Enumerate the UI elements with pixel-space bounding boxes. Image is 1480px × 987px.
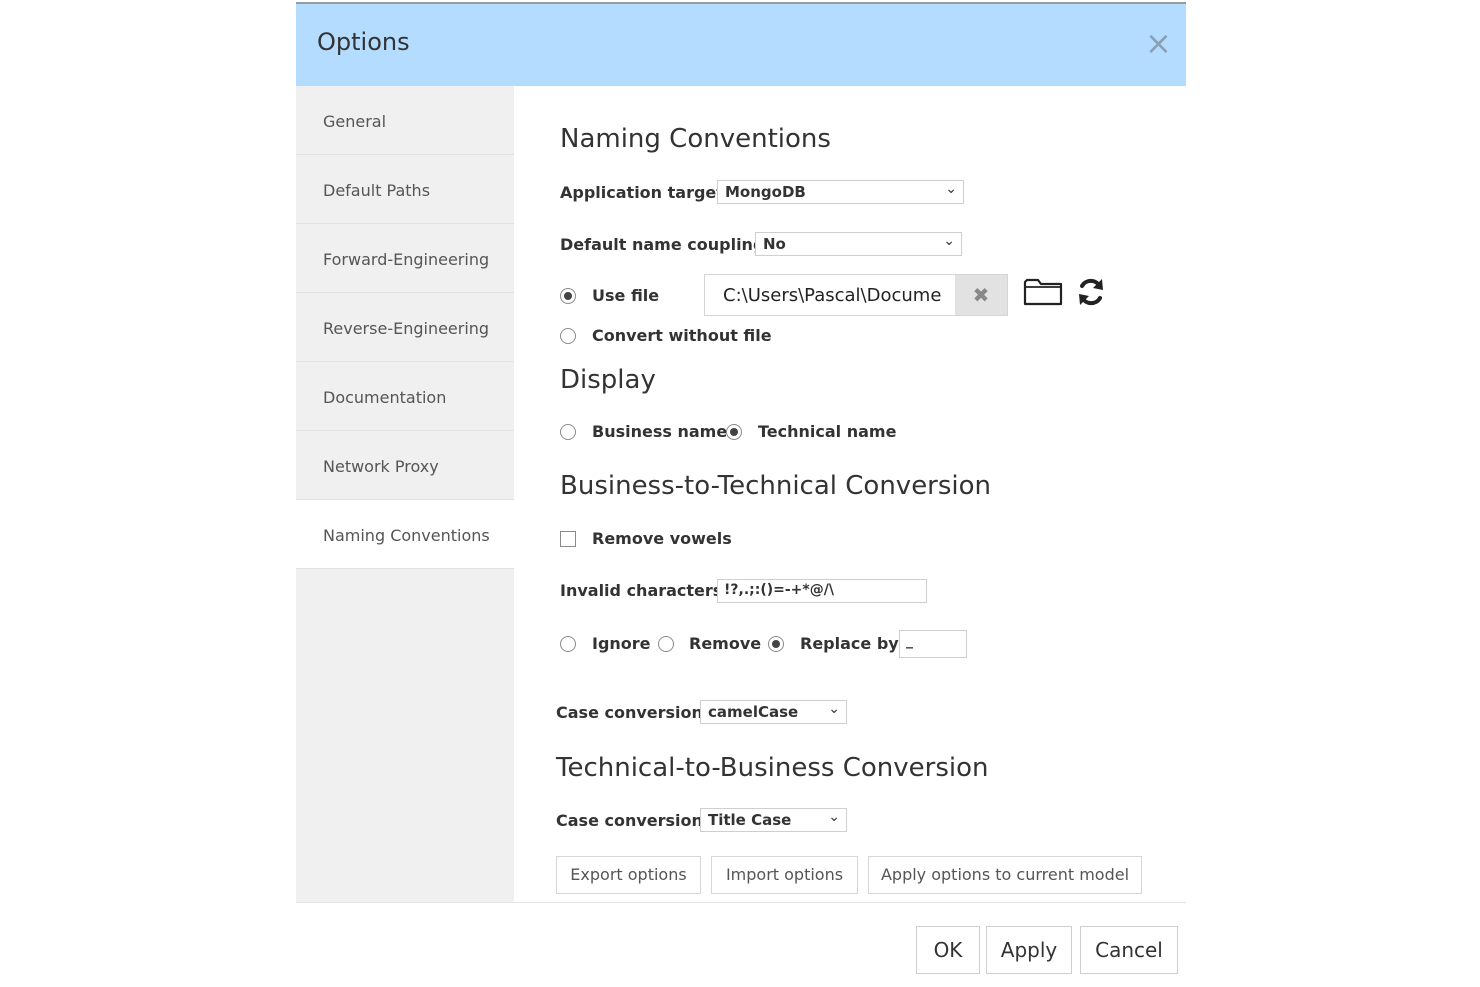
chevron-down-icon: ⌄ xyxy=(945,181,957,197)
remove-vowels-label: Remove vowels xyxy=(592,529,732,548)
t2b-case-label: Case conversion xyxy=(556,811,703,830)
b2t-case-label: Case conversion xyxy=(556,703,703,722)
sidebar-item-reverse-engineering[interactable]: Reverse-Engineering xyxy=(296,293,514,362)
chevron-down-icon: ⌄ xyxy=(828,809,840,825)
display-heading: Display xyxy=(560,365,656,395)
dialog-titlebar: Options × xyxy=(296,4,1186,86)
apply-button[interactable]: Apply xyxy=(986,926,1072,974)
b2t-case-select[interactable]: camelCase ⌄ xyxy=(700,700,847,724)
chevron-down-icon: ⌄ xyxy=(943,233,955,249)
sidebar-item-naming-conventions[interactable]: Naming Conventions xyxy=(296,500,514,569)
ignore-label: Ignore xyxy=(592,634,651,653)
replace-by-radio[interactable] xyxy=(768,636,784,652)
convert-label: Convert without file xyxy=(592,326,772,345)
technical-name-label: Technical name xyxy=(758,422,897,441)
options-sidebar: General Default Paths Forward-Engineerin… xyxy=(296,86,514,902)
cancel-button[interactable]: Cancel xyxy=(1080,926,1178,974)
import-options-button[interactable]: Import options xyxy=(711,856,858,894)
sidebar-item-forward-engineering[interactable]: Forward-Engineering xyxy=(296,224,514,293)
sidebar-item-label: Default Paths xyxy=(323,181,431,200)
refresh-icon[interactable] xyxy=(1075,276,1107,308)
sidebar-item-label: Naming Conventions xyxy=(323,526,490,545)
coupling-select[interactable]: No ⌄ xyxy=(755,232,962,256)
footer-divider xyxy=(296,902,1186,903)
clear-icon[interactable]: ✖ xyxy=(955,275,1007,315)
use-file-label: Use file xyxy=(592,286,660,305)
app-target-select[interactable]: MongoDB ⌄ xyxy=(717,180,964,204)
sidebar-item-general[interactable]: General xyxy=(296,86,514,155)
remove-label: Remove xyxy=(689,634,762,653)
t2b-case-select[interactable]: Title Case ⌄ xyxy=(700,808,847,832)
technical-name-radio[interactable] xyxy=(726,424,742,440)
file-path-value: C:\Users\Pascal\Documents xyxy=(723,285,943,306)
sidebar-item-default-paths[interactable]: Default Paths xyxy=(296,155,514,224)
chevron-down-icon: ⌄ xyxy=(828,701,840,717)
replace-by-input[interactable]: _ xyxy=(899,630,967,658)
dialog-title: Options xyxy=(317,28,410,56)
sidebar-item-network-proxy[interactable]: Network Proxy xyxy=(296,431,514,500)
replace-by-label: Replace by xyxy=(800,634,899,653)
convert-without-file-radio[interactable] xyxy=(560,328,576,344)
coupling-label: Default name coupling xyxy=(560,235,765,254)
file-path-field[interactable]: C:\Users\Pascal\Documents ✖ xyxy=(704,274,1008,316)
ignore-radio[interactable] xyxy=(560,636,576,652)
options-dialog: Options × General Default Paths Forward-… xyxy=(296,2,1186,987)
t2b-case-value: Title Case xyxy=(708,811,792,829)
sidebar-item-label: Documentation xyxy=(323,388,447,407)
b2t-case-value: camelCase xyxy=(708,703,799,721)
sidebar-item-label: Network Proxy xyxy=(323,457,439,476)
remove-vowels-checkbox[interactable] xyxy=(560,531,576,547)
remove-radio[interactable] xyxy=(658,636,674,652)
app-target-value: MongoDB xyxy=(725,183,806,201)
naming-heading: Naming Conventions xyxy=(560,124,831,154)
invalid-chars-input[interactable]: !?,.;:()=-+*@/\ xyxy=(717,579,927,603)
use-file-radio[interactable] xyxy=(560,288,576,304)
business-name-label: Business name xyxy=(592,422,728,441)
export-options-button[interactable]: Export options xyxy=(556,856,701,894)
close-icon[interactable]: × xyxy=(1145,27,1172,59)
sidebar-item-documentation[interactable]: Documentation xyxy=(296,362,514,431)
sidebar-item-label: General xyxy=(323,112,387,131)
folder-icon[interactable] xyxy=(1023,274,1065,308)
business-name-radio[interactable] xyxy=(560,424,576,440)
apply-to-model-button[interactable]: Apply options to current model xyxy=(868,856,1142,894)
coupling-value: No xyxy=(763,235,786,253)
options-content: Naming Conventions Application target Mo… xyxy=(514,86,1186,902)
sidebar-item-label: Reverse-Engineering xyxy=(323,319,490,338)
t2b-heading: Technical-to-Business Conversion xyxy=(556,753,989,783)
sidebar-item-label: Forward-Engineering xyxy=(323,250,490,269)
invalid-chars-label: Invalid characters xyxy=(560,581,723,600)
b2t-heading: Business-to-Technical Conversion xyxy=(560,471,992,501)
app-target-label: Application target xyxy=(560,183,724,202)
ok-button[interactable]: OK xyxy=(916,926,980,974)
